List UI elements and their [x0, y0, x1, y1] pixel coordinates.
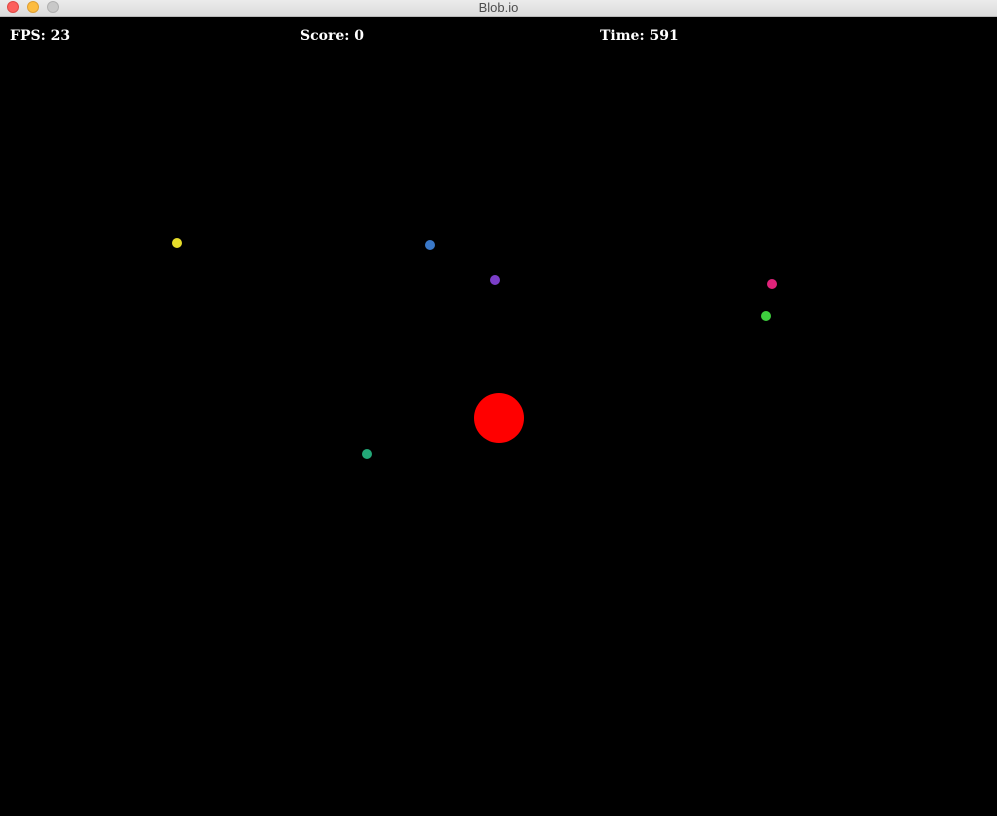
score-display: Score: 0	[300, 28, 365, 44]
game-canvas[interactable]: FPS: 23 Score: 0 Time: 591	[0, 17, 997, 816]
title-bar: Blob.io	[0, 0, 997, 17]
window-title: Blob.io	[478, 0, 519, 15]
time-display: Time: 591	[600, 28, 679, 44]
game-window: Blob.io FPS: 23 Score: 0 Time: 591	[0, 0, 997, 816]
player-blob	[474, 393, 524, 443]
food-pellet-blue	[425, 240, 435, 250]
food-pellet-green	[761, 311, 771, 321]
fps-counter: FPS: 23	[10, 28, 71, 44]
food-pellet-yellow	[172, 238, 182, 248]
food-pellet-purple	[490, 275, 500, 285]
food-pellet-teal	[362, 449, 372, 459]
food-pellet-pink	[767, 279, 777, 289]
